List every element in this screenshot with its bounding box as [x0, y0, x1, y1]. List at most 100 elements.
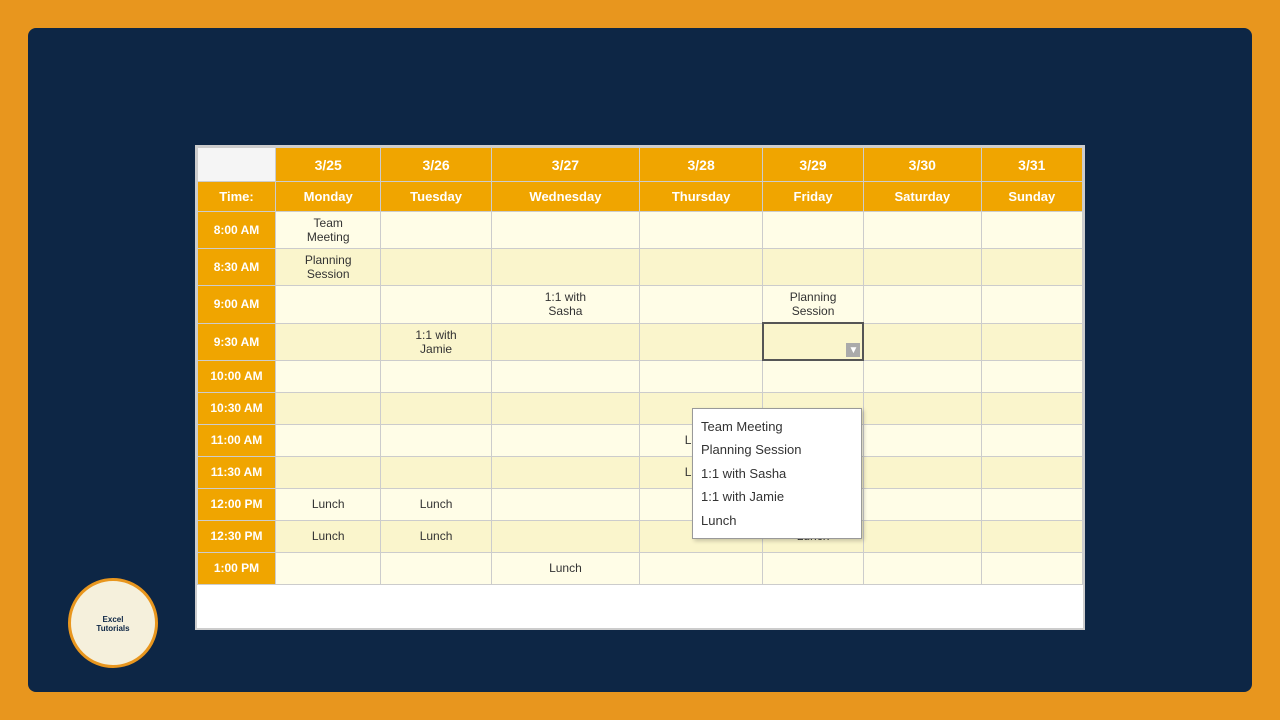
data-cell[interactable] — [981, 286, 1082, 324]
data-cell[interactable]: PlanningSession — [763, 286, 864, 324]
data-cell[interactable] — [381, 424, 491, 456]
data-cell[interactable] — [981, 392, 1082, 424]
planner-table: 3/25 3/26 3/27 3/28 3/29 3/30 3/31 Time:… — [197, 147, 1083, 585]
dropdown-item-5[interactable]: Lunch — [701, 509, 853, 532]
date-wed: 3/27 — [491, 148, 639, 182]
data-cell[interactable]: 1:1 withSasha — [491, 286, 639, 324]
table-row: 10:00 AM — [198, 360, 1083, 392]
data-cell[interactable]: PlanningSession — [276, 249, 381, 286]
data-cell[interactable] — [640, 212, 763, 249]
day-row: Time: Monday Tuesday Wednesday Thursday … — [198, 182, 1083, 212]
data-cell[interactable]: Lunch — [381, 488, 491, 520]
date-tue: 3/26 — [381, 148, 491, 182]
time-cell: 8:00 AM — [198, 212, 276, 249]
data-cell[interactable] — [276, 323, 381, 360]
data-cell[interactable]: 1:1 withJamie — [381, 323, 491, 360]
data-cell[interactable] — [640, 249, 763, 286]
data-cell[interactable] — [381, 286, 491, 324]
time-cell: 12:30 PM — [198, 520, 276, 552]
table-row: 12:00 PMLunchLunchLunch — [198, 488, 1083, 520]
data-cell[interactable] — [863, 286, 981, 324]
data-cell[interactable]: Lunch — [276, 488, 381, 520]
data-cell[interactable] — [763, 212, 864, 249]
table-row: 8:00 AMTeamMeeting — [198, 212, 1083, 249]
data-cell[interactable] — [381, 456, 491, 488]
data-cell[interactable] — [981, 488, 1082, 520]
data-cell[interactable] — [276, 286, 381, 324]
data-cell[interactable] — [763, 552, 864, 584]
data-cell[interactable] — [491, 456, 639, 488]
dropdown-item-4[interactable]: 1:1 with Jamie — [701, 485, 853, 508]
dropdown-arrow-icon[interactable]: ▼ — [846, 343, 860, 357]
day-fri: Friday — [763, 182, 864, 212]
data-cell[interactable] — [981, 520, 1082, 552]
time-cell: 10:00 AM — [198, 360, 276, 392]
data-cell[interactable] — [276, 360, 381, 392]
data-cell[interactable]: TeamMeeting — [276, 212, 381, 249]
data-cell[interactable] — [640, 360, 763, 392]
data-cell[interactable] — [491, 392, 639, 424]
time-header: Time: — [198, 182, 276, 212]
data-cell[interactable] — [981, 212, 1082, 249]
day-wed: Wednesday — [491, 182, 639, 212]
logo: ExcelTutorials — [68, 578, 158, 668]
data-cell[interactable]: ▼ — [763, 323, 864, 360]
data-cell[interactable] — [491, 249, 639, 286]
data-cell[interactable] — [981, 424, 1082, 456]
data-cell[interactable] — [491, 212, 639, 249]
data-cell[interactable]: Lunch — [381, 520, 491, 552]
data-cell[interactable] — [276, 552, 381, 584]
dropdown-item-2[interactable]: Planning Session — [701, 438, 853, 461]
data-cell[interactable] — [381, 552, 491, 584]
data-cell[interactable] — [863, 212, 981, 249]
data-cell[interactable] — [491, 520, 639, 552]
data-cell[interactable] — [981, 552, 1082, 584]
data-cell[interactable] — [981, 360, 1082, 392]
data-cell[interactable] — [763, 249, 864, 286]
data-cell[interactable] — [863, 456, 981, 488]
data-cell[interactable] — [276, 456, 381, 488]
table-row: 11:30 AMLunch — [198, 456, 1083, 488]
data-cell[interactable] — [381, 212, 491, 249]
date-row: 3/25 3/26 3/27 3/28 3/29 3/30 3/31 — [198, 148, 1083, 182]
data-cell[interactable] — [863, 520, 981, 552]
dropdown-item-1[interactable]: Team Meeting — [701, 415, 853, 438]
table-row: 9:00 AM 1:1 withSasha PlanningSession — [198, 286, 1083, 324]
data-cell[interactable]: Lunch — [491, 552, 639, 584]
table-row: 11:00 AMLunch — [198, 424, 1083, 456]
dropdown-item-3[interactable]: 1:1 with Sasha — [701, 462, 853, 485]
date-sun: 3/31 — [981, 148, 1082, 182]
data-cell[interactable] — [863, 323, 981, 360]
data-cell[interactable] — [640, 323, 763, 360]
data-cell[interactable] — [981, 456, 1082, 488]
data-cell[interactable] — [491, 424, 639, 456]
data-cell[interactable] — [981, 323, 1082, 360]
data-cell[interactable]: Lunch — [276, 520, 381, 552]
data-cell[interactable] — [276, 392, 381, 424]
data-cell[interactable] — [491, 323, 639, 360]
data-cell[interactable] — [863, 360, 981, 392]
data-cell[interactable] — [491, 488, 639, 520]
data-cell[interactable] — [863, 552, 981, 584]
data-cell[interactable] — [276, 424, 381, 456]
data-cell[interactable] — [863, 392, 981, 424]
calendar-container: 3/25 3/26 3/27 3/28 3/29 3/30 3/31 Time:… — [195, 145, 1085, 630]
data-cell[interactable] — [981, 249, 1082, 286]
data-cell[interactable] — [863, 249, 981, 286]
data-cell[interactable] — [763, 360, 864, 392]
data-cell[interactable] — [381, 392, 491, 424]
data-cell[interactable] — [863, 488, 981, 520]
time-cell: 12:00 PM — [198, 488, 276, 520]
data-cell[interactable] — [640, 286, 763, 324]
dropdown-popup: Team Meeting Planning Session 1:1 with S… — [692, 408, 862, 539]
data-cell[interactable] — [381, 360, 491, 392]
data-cell[interactable] — [640, 552, 763, 584]
date-mon: 3/25 — [276, 148, 381, 182]
data-cell[interactable] — [491, 360, 639, 392]
date-header-empty — [198, 148, 276, 182]
date-thu: 3/28 — [640, 148, 763, 182]
data-cell[interactable] — [863, 424, 981, 456]
data-cell[interactable] — [381, 249, 491, 286]
time-cell: 9:00 AM — [198, 286, 276, 324]
time-cell: 8:30 AM — [198, 249, 276, 286]
